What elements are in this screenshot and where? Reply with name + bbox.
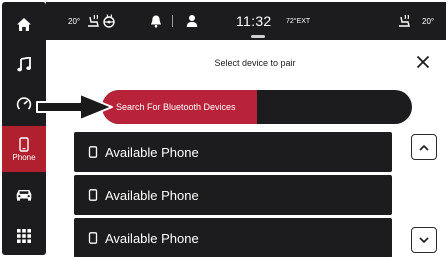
page-title: Select device to pair xyxy=(214,58,296,68)
device-name: Available Phone xyxy=(105,144,199,160)
device-name: Available Phone xyxy=(105,187,199,203)
heated-seat-icon[interactable] xyxy=(85,2,101,40)
heated-seat-right-icon[interactable] xyxy=(396,2,412,40)
device-row-2[interactable]: Available Phone xyxy=(74,175,392,215)
rail-home-button[interactable] xyxy=(2,4,46,44)
music-note-icon xyxy=(17,56,31,71)
callout-arrow xyxy=(36,93,113,121)
status-bar: 20° 11:32 72°EXT 20° xyxy=(46,2,446,40)
bluetooth-search-button[interactable]: Search For Bluetooth Devices xyxy=(102,90,412,124)
chevron-down-icon xyxy=(419,236,429,243)
gauge-icon xyxy=(16,97,32,110)
exterior-temperature: 72°EXT xyxy=(286,17,311,25)
grid-icon xyxy=(17,229,31,243)
rail-phone-label: Phone xyxy=(12,152,36,162)
rail-apps-button[interactable] xyxy=(2,216,46,256)
device-name: Available Phone xyxy=(105,230,199,246)
rail-media-button[interactable] xyxy=(2,44,46,84)
rail-phone-button[interactable]: Phone xyxy=(2,126,46,172)
right-temperature: 20° xyxy=(422,16,435,26)
home-icon xyxy=(17,17,31,31)
search-label: Search For Bluetooth Devices xyxy=(116,102,236,112)
left-temperature: 20° xyxy=(68,16,81,26)
user-profile-icon[interactable] xyxy=(186,2,198,40)
scroll-up-button[interactable] xyxy=(411,134,437,160)
phone-icon xyxy=(19,136,29,152)
phone-icon xyxy=(88,146,98,158)
device-row-3[interactable]: Available Phone xyxy=(74,218,392,257)
phone-icon xyxy=(88,232,98,244)
close-icon xyxy=(416,55,430,69)
separator-divider xyxy=(172,2,173,40)
notification-bell-icon[interactable] xyxy=(150,2,162,40)
heated-steering-wheel-icon[interactable] xyxy=(102,2,116,40)
chevron-up-icon xyxy=(419,144,429,151)
device-row-1[interactable]: Available Phone xyxy=(74,132,392,172)
scroll-down-button[interactable] xyxy=(411,227,437,253)
phone-icon xyxy=(88,189,98,201)
pull-down-tab[interactable] xyxy=(251,35,265,38)
car-icon xyxy=(16,189,32,201)
close-button[interactable] xyxy=(410,51,436,73)
side-nav-rail: Phone xyxy=(2,2,46,255)
rail-vehicle-button[interactable] xyxy=(2,174,46,214)
